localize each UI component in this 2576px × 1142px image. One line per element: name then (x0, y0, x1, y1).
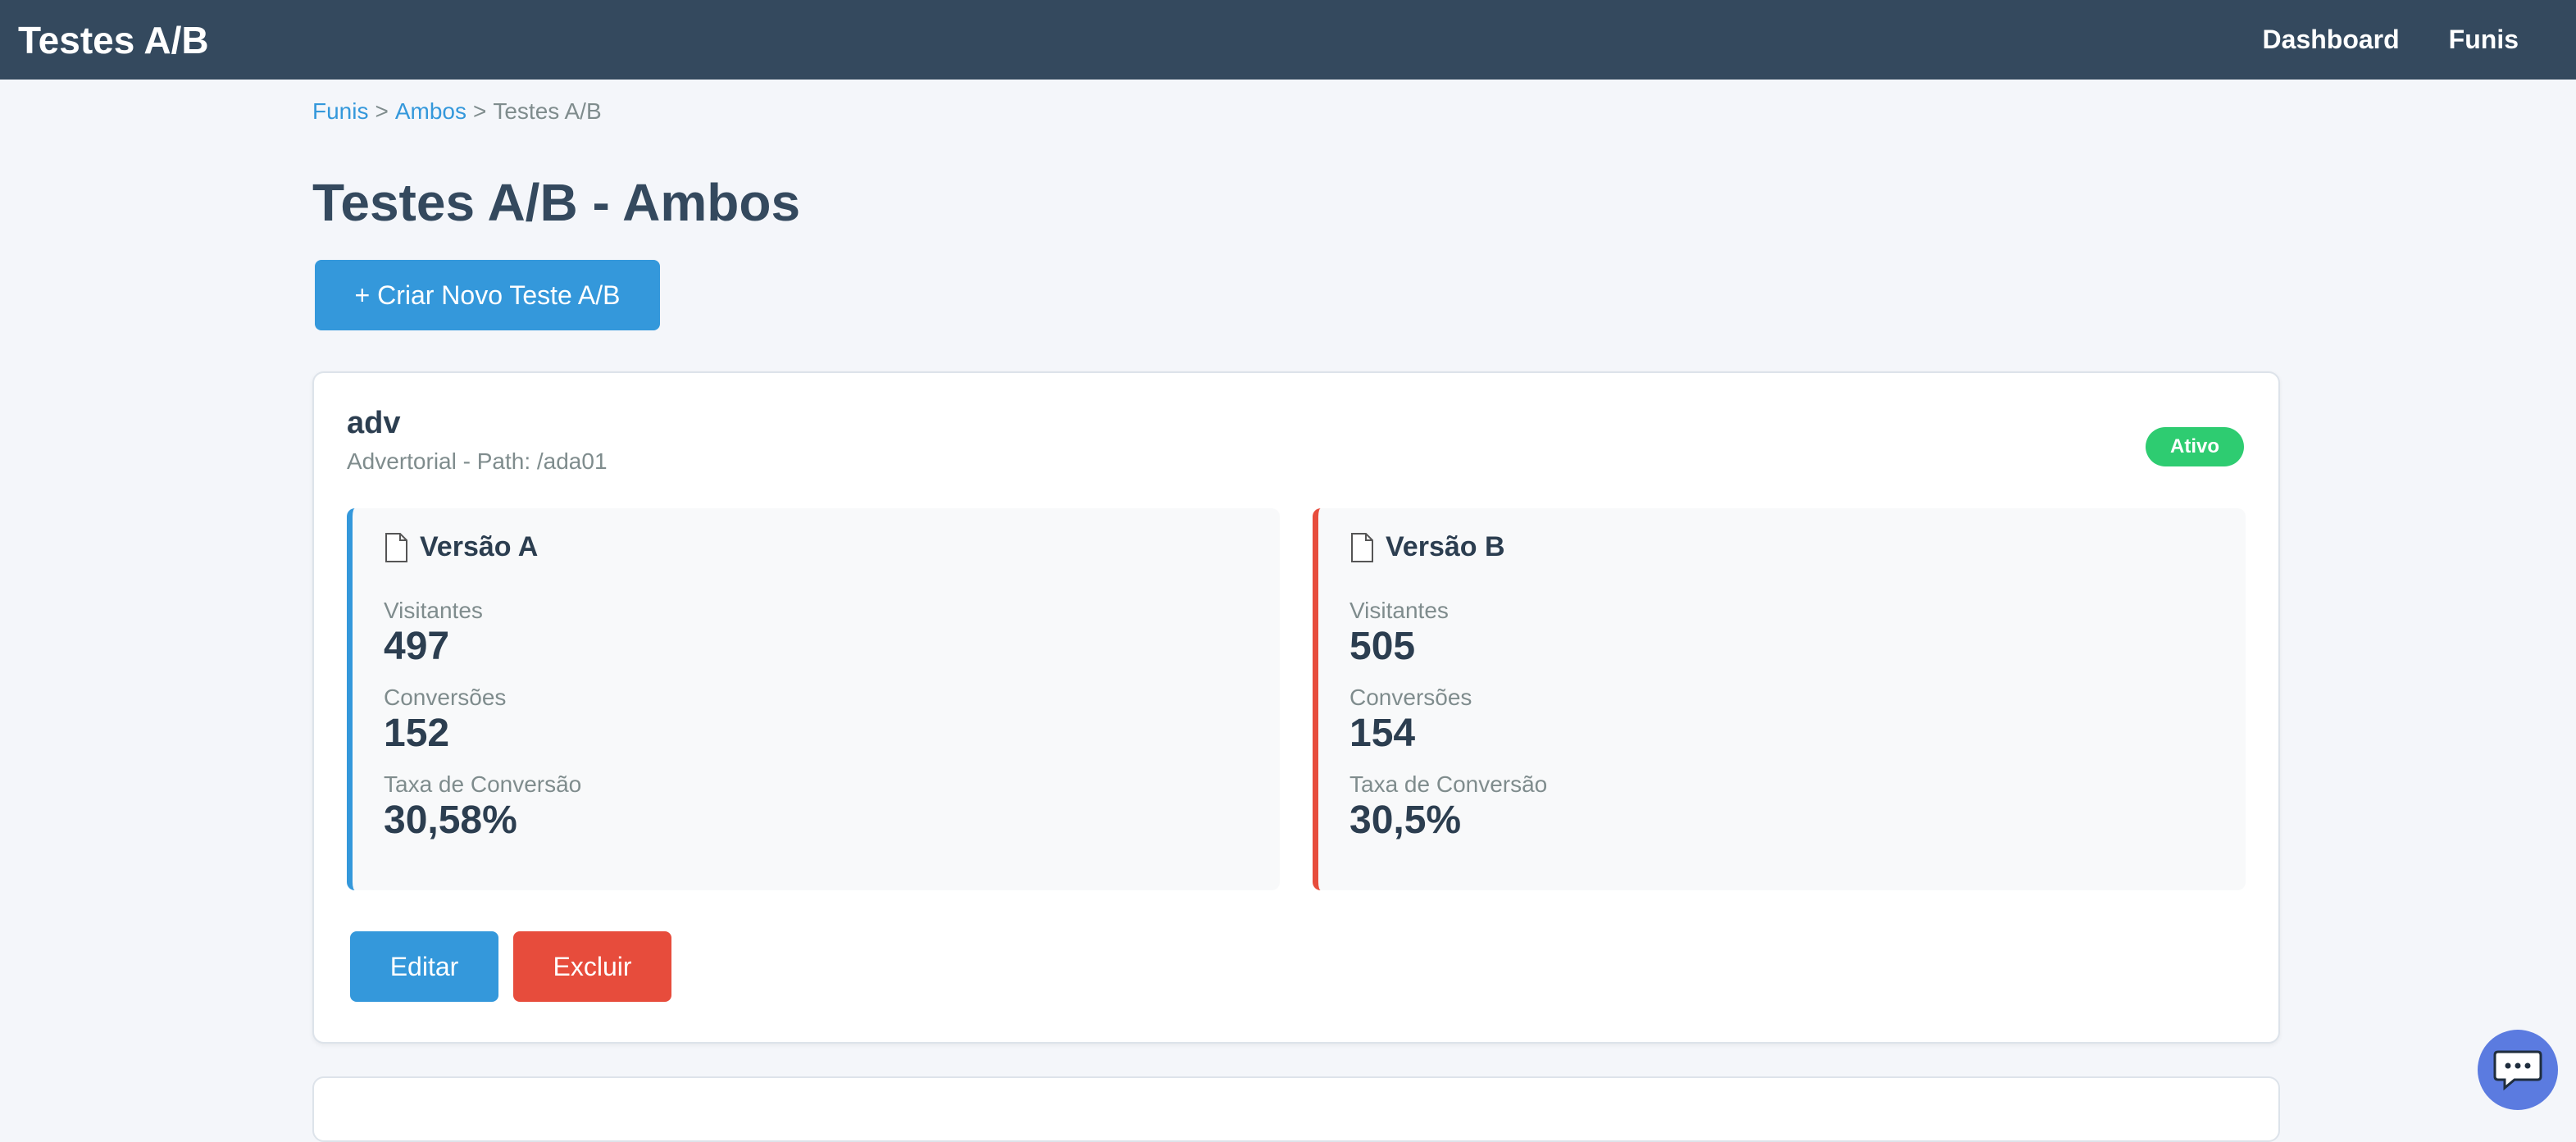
conversions-value: 152 (384, 712, 450, 755)
brand-title[interactable]: Testes A/B (18, 18, 209, 62)
top-navbar: Testes A/B Dashboard Funis (0, 0, 2576, 80)
delete-button[interactable]: Excluir (513, 931, 671, 1002)
visitors-value: 497 (384, 625, 450, 668)
create-ab-test-button[interactable]: + Criar Novo Teste A/B (315, 260, 660, 330)
version-title: Versão A (420, 531, 539, 562)
visitors-value: 505 (1349, 625, 1416, 668)
breadcrumb-link-funis[interactable]: Funis (312, 98, 368, 124)
version-header: Versão A (384, 531, 1280, 563)
nav-links: Dashboard Funis (2263, 25, 2558, 55)
document-icon (1351, 532, 1373, 562)
chat-icon (2493, 1050, 2542, 1091)
visitors-label: Visitantes (384, 598, 483, 623)
conversion-rate-label: Taxa de Conversão (1349, 771, 1548, 797)
breadcrumb: Funis > Ambos > Testes A/B (312, 98, 602, 125)
breadcrumb-link-ambos[interactable]: Ambos (395, 98, 467, 124)
breadcrumb-separator: > (375, 98, 389, 124)
conversion-rate-label: Taxa de Conversão (384, 771, 582, 797)
status-badge: Ativo (2146, 427, 2244, 466)
conversions-label: Conversões (1349, 685, 1472, 710)
next-test-card (312, 1076, 2280, 1142)
conversions-value: 154 (1349, 712, 1416, 755)
ab-test-card: adv Advertorial - Path: /ada01 Ativo Ver… (312, 371, 2280, 1044)
conversion-rate-value: 30,58% (384, 798, 517, 842)
version-a-panel: Versão A Visitantes 497 Conversões 152 T… (347, 508, 1280, 890)
test-name: adv (347, 406, 401, 440)
conversion-rate-value: 30,5% (1349, 798, 1462, 842)
conversions-label: Conversões (384, 685, 507, 710)
version-b-panel: Versão B Visitantes 505 Conversões 154 T… (1313, 508, 2246, 890)
nav-link-funis[interactable]: Funis (2449, 25, 2519, 55)
test-subtitle: Advertorial - Path: /ada01 (347, 448, 608, 474)
page-title: Testes A/B - Ambos (312, 173, 801, 232)
version-title: Versão B (1386, 531, 1505, 562)
chat-button[interactable] (2478, 1030, 2558, 1110)
visitors-label: Visitantes (1349, 598, 1449, 623)
breadcrumb-current: Testes A/B (493, 98, 602, 124)
nav-link-dashboard[interactable]: Dashboard (2263, 25, 2400, 55)
breadcrumb-separator: > (472, 98, 487, 124)
edit-button[interactable]: Editar (350, 931, 498, 1002)
version-header: Versão B (1349, 531, 2246, 563)
document-icon (385, 532, 407, 562)
